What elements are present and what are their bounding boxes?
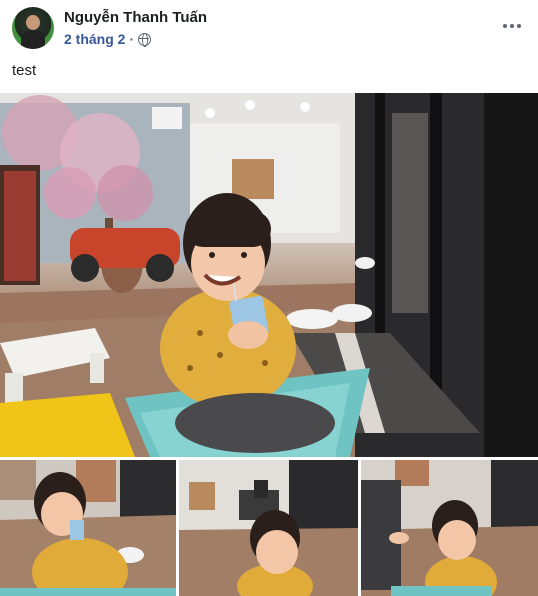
post-photo-thumbnail[interactable] bbox=[361, 460, 538, 596]
more-dot-icon bbox=[503, 24, 507, 28]
photo-main-illustration bbox=[0, 93, 538, 457]
author-avatar[interactable] bbox=[12, 7, 54, 49]
author-name[interactable]: Nguyễn Thanh Tuấn bbox=[64, 9, 207, 26]
post-meta: 2 tháng 2 · bbox=[64, 31, 152, 47]
more-dot-icon bbox=[510, 24, 514, 28]
thumb-illustration bbox=[179, 460, 358, 596]
more-options-button[interactable] bbox=[498, 14, 526, 38]
post-header: Nguyễn Thanh Tuấn 2 tháng 2 · bbox=[12, 6, 526, 52]
avatar-body-shape bbox=[21, 30, 45, 49]
photo-thumbnail-row bbox=[0, 460, 538, 596]
meta-separator: · bbox=[129, 31, 135, 47]
post-text: test bbox=[12, 62, 37, 79]
post-timestamp[interactable]: 2 tháng 2 bbox=[64, 31, 125, 47]
post-photo-thumbnail[interactable] bbox=[179, 460, 358, 596]
thumb-illustration bbox=[0, 460, 176, 596]
thumb-illustration bbox=[361, 460, 538, 596]
globe-icon[interactable] bbox=[138, 32, 152, 47]
post-photo-thumbnail[interactable] bbox=[0, 460, 176, 596]
avatar-head-shape bbox=[26, 15, 40, 30]
post-photo-main[interactable] bbox=[0, 93, 538, 457]
more-dot-icon bbox=[517, 24, 521, 28]
